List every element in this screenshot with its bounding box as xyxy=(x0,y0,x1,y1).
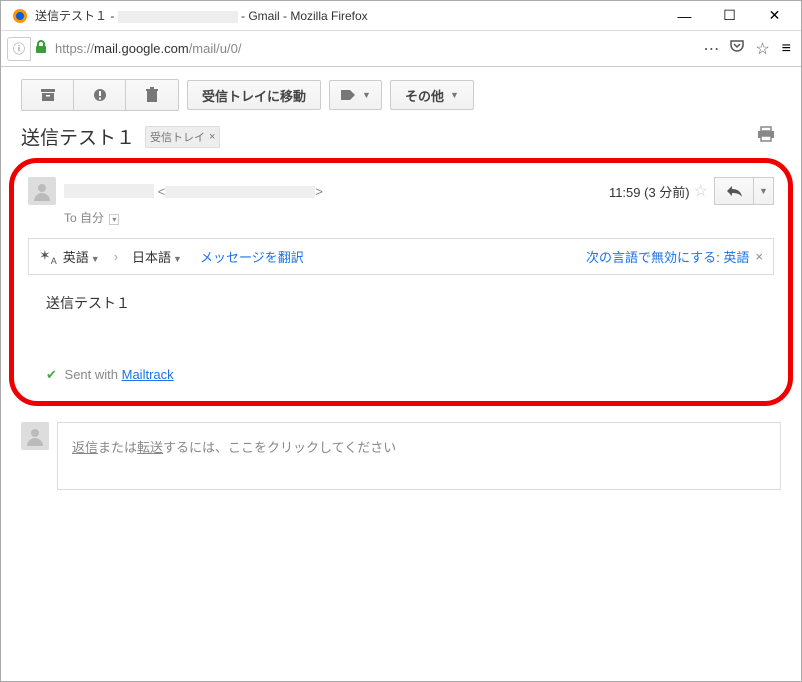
mailtrack-link[interactable]: Mailtrack xyxy=(122,367,174,382)
window-title: 送信テスト１ - - Gmail - Mozilla Firefox xyxy=(35,7,662,24)
sender-name xyxy=(64,182,154,200)
sender-avatar-icon xyxy=(28,177,56,205)
arrow-right-icon: › xyxy=(114,249,118,264)
reply-button[interactable] xyxy=(714,177,754,205)
translate-bar: ✶A 英語▼ › 日本語▼ メッセージを翻訳 次の言語で無効にする: 英語 × xyxy=(28,238,774,275)
translate-icon: ✶A xyxy=(39,247,57,266)
sender-row: <> 11:59 (3 分前) ☆ ▼ xyxy=(28,171,774,207)
window-controls: — ☐ ✕ xyxy=(662,2,797,30)
pocket-icon[interactable] xyxy=(729,38,745,59)
print-icon[interactable] xyxy=(757,126,775,147)
action-group xyxy=(21,79,179,111)
move-to-inbox-button[interactable]: 受信トレイに移動 xyxy=(187,80,321,110)
bookmark-star-icon[interactable]: ☆ xyxy=(755,39,769,59)
reply-area: 返信または転送するには、ここをクリックしてください xyxy=(21,422,781,490)
translate-message-link[interactable]: メッセージを翻訳 xyxy=(200,247,304,266)
star-icon[interactable]: ☆ xyxy=(694,181,708,201)
spam-button[interactable] xyxy=(74,80,126,110)
more-button[interactable]: その他▼ xyxy=(390,80,474,110)
subject-row: 送信テスト１ 受信トレイ× xyxy=(1,121,801,158)
firefox-icon xyxy=(11,7,29,25)
disable-translate-link[interactable]: 次の言語で無効にする: 英語 xyxy=(586,247,749,266)
sender-email: <> xyxy=(154,184,323,199)
mailtrack-check-icon: ✔ xyxy=(46,367,57,382)
page-actions-icon[interactable]: ⋯ xyxy=(703,39,719,59)
target-language-dropdown[interactable]: 日本語▼ xyxy=(132,247,182,266)
browser-menu-button[interactable]: ≡ xyxy=(778,40,795,58)
reply-more-button[interactable]: ▼ xyxy=(754,177,774,205)
archive-button[interactable] xyxy=(22,80,74,110)
message-time: 11:59 (3 分前) xyxy=(609,182,690,201)
maximize-button[interactable]: ☐ xyxy=(707,2,752,30)
close-button[interactable]: ✕ xyxy=(752,2,797,30)
recipient-details-toggle[interactable]: ▾ xyxy=(109,214,119,225)
highlighted-message-area: <> 11:59 (3 分前) ☆ ▼ To 自分 ▾ ✶A 英語▼ › 日本語… xyxy=(9,158,793,406)
labels-button[interactable]: ▼ xyxy=(329,80,382,110)
minimize-button[interactable]: — xyxy=(662,2,707,30)
url-text[interactable]: https://mail.google.com/mail/u/0/ xyxy=(51,41,703,56)
message-body: 送信テスト１ xyxy=(28,287,774,363)
delete-button[interactable] xyxy=(126,80,178,110)
inbox-label-chip[interactable]: 受信トレイ× xyxy=(145,126,220,148)
source-language-dropdown[interactable]: 英語▼ xyxy=(63,247,100,266)
site-info-button[interactable]: ⓘ xyxy=(7,37,31,61)
email-subject: 送信テスト１ xyxy=(21,123,135,150)
window-titlebar: 送信テスト１ - - Gmail - Mozilla Firefox — ☐ ✕ xyxy=(1,1,801,31)
mailtrack-footer: ✔ Sent with Mailtrack xyxy=(28,363,774,387)
gmail-toolbar: 受信トレイに移動 ▼ その他▼ xyxy=(1,67,801,121)
remove-label-icon[interactable]: × xyxy=(209,131,215,143)
lock-icon xyxy=(35,40,47,57)
close-translate-icon[interactable]: × xyxy=(755,249,763,264)
address-bar: ⓘ https://mail.google.com/mail/u/0/ ⋯ ☆ … xyxy=(1,31,801,67)
recipient-row: To 自分 ▾ xyxy=(28,207,774,238)
reply-input[interactable]: 返信または転送するには、ここをクリックしてください xyxy=(57,422,781,490)
my-avatar-icon xyxy=(21,422,49,450)
